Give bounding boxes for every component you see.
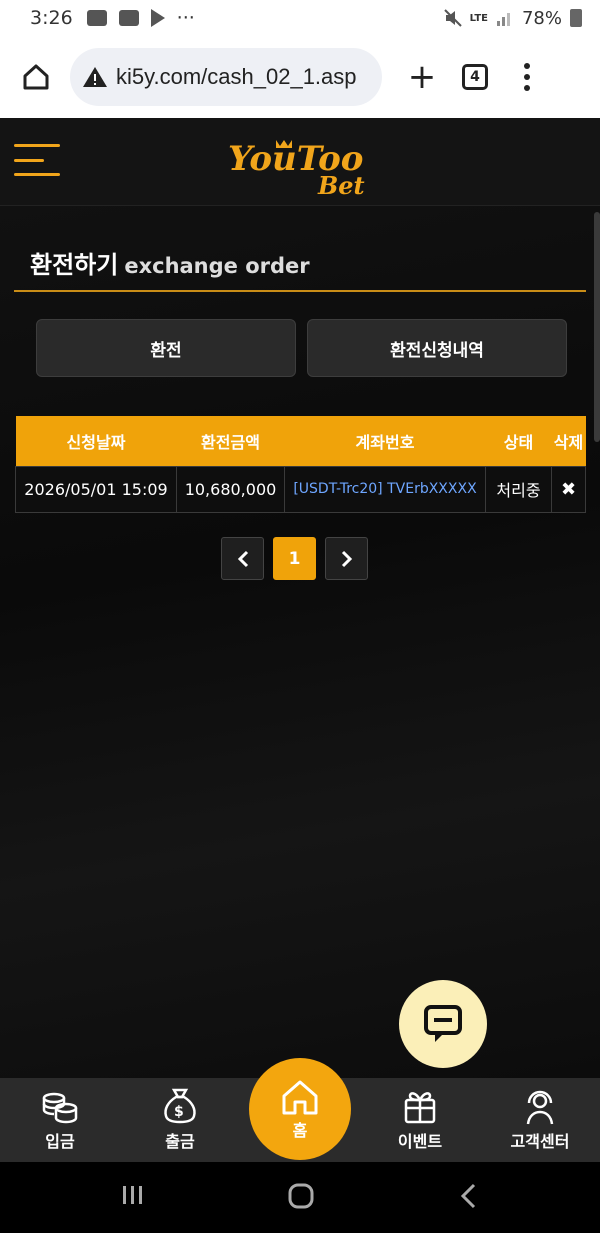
image-icon (118, 10, 139, 26)
delete-cell: ✖ (551, 465, 586, 513)
new-tab-button[interactable]: + (404, 57, 440, 97)
header-date: 신청날짜 (15, 416, 177, 466)
home-outline-icon (23, 64, 49, 90)
cell-account: [USDT-Trc20] TVErbXXXXX (284, 465, 486, 513)
site-header: YouToo Bet (0, 118, 600, 206)
network-label: LTE (469, 12, 488, 24)
scrollbar[interactable] (594, 212, 600, 442)
signal-icon (496, 13, 510, 26)
nav-deposit-label: 입금 (45, 1132, 75, 1151)
status-time: 3:26 (30, 7, 73, 29)
gift-box-icon (404, 1092, 436, 1124)
message-icon (86, 10, 107, 26)
chevron-left-icon (237, 550, 248, 567)
nav-event-label: 이벤트 (397, 1132, 443, 1151)
header-delete: 삭제 (551, 416, 586, 466)
page-1-button[interactable]: 1 (273, 537, 316, 580)
more-notifications-icon: ··· (176, 7, 195, 29)
money-bag-icon: $ (164, 1088, 196, 1124)
battery-percent: 78% (521, 7, 562, 29)
coins-stack-icon (42, 1092, 78, 1124)
battery-icon (570, 9, 582, 27)
house-icon (282, 1080, 318, 1115)
title-divider (14, 290, 586, 292)
nav-support-label: 고객센터 (510, 1132, 570, 1151)
cell-status: 처리중 (485, 465, 552, 513)
home-system-icon[interactable] (287, 1182, 315, 1210)
browser-home-button[interactable] (14, 55, 58, 99)
browser-toolbar: ki5y.com/cash_02_1.asp + 4 (0, 36, 600, 118)
header-account: 계좌번호 (284, 416, 486, 466)
prev-page-button[interactable] (221, 537, 264, 580)
browser-menu-button[interactable] (524, 63, 530, 91)
table-header-row: 신청날짜 환전금액 계좌번호 상태 삭제 (15, 416, 586, 466)
hamburger-menu-icon[interactable] (14, 144, 60, 176)
chat-bubble-icon (424, 1005, 462, 1042)
page-title-korean: 환전하기 (30, 251, 119, 279)
nav-home-label: 홈 (292, 1121, 308, 1140)
system-nav-bar (0, 1162, 600, 1233)
header-status: 상태 (485, 416, 552, 466)
warning-icon (83, 67, 107, 87)
nav-withdraw-label: 출금 (165, 1132, 195, 1151)
exchange-table: 신청날짜 환전금액 계좌번호 상태 삭제 2026/05/01 15:09 10… (15, 416, 586, 513)
delete-icon[interactable]: ✖ (561, 479, 576, 500)
tab-exchange-history[interactable]: 환전신청내역 (307, 319, 567, 377)
page-subtitle: exchange order (124, 254, 310, 278)
url-text: ki5y.com/cash_02_1.asp (116, 64, 357, 89)
chevron-right-icon (341, 550, 352, 567)
nav-event[interactable]: 이벤트 (370, 1086, 470, 1152)
address-bar[interactable]: ki5y.com/cash_02_1.asp (70, 48, 382, 106)
tab-switcher-button[interactable]: 4 (462, 64, 488, 90)
nav-home[interactable]: 홈 (249, 1058, 351, 1160)
status-bar: 3:26 ··· LTE 78% (0, 0, 600, 36)
next-page-button[interactable] (325, 537, 368, 580)
cell-amount: 10,680,000 (176, 465, 285, 513)
chat-button[interactable] (399, 980, 487, 1068)
cell-date: 2026/05/01 15:09 (15, 465, 177, 513)
pagination: 1 (221, 537, 368, 580)
status-right: LTE 78% (443, 7, 582, 29)
back-icon[interactable] (456, 1182, 482, 1210)
nav-support[interactable]: 고객센터 (490, 1086, 590, 1152)
table-row: 2026/05/01 15:09 10,680,000 [USDT-Trc20]… (15, 465, 586, 513)
header-amount: 환전금액 (176, 416, 285, 466)
mute-icon (443, 9, 462, 27)
tab-exchange[interactable]: 환전 (36, 319, 296, 377)
recent-apps-icon[interactable] (120, 1182, 146, 1208)
play-store-icon (150, 9, 165, 27)
svg-text:$: $ (174, 1104, 184, 1120)
site-logo[interactable]: YouToo Bet (226, 132, 376, 198)
headset-person-icon (526, 1090, 554, 1125)
nav-deposit[interactable]: 입금 (10, 1086, 110, 1152)
page-title: 환전하기 exchange order (30, 245, 310, 280)
logo-line2: Bet (317, 171, 365, 198)
nav-withdraw[interactable]: $ 출금 (130, 1086, 230, 1152)
notification-icons: ··· (86, 7, 195, 29)
